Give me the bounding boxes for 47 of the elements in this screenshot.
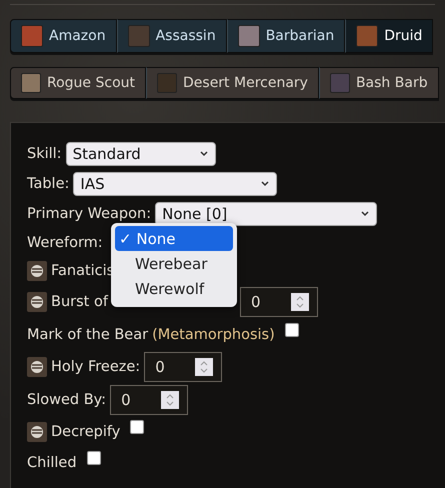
skill-icon bbox=[27, 292, 47, 312]
stepper-icon[interactable] bbox=[290, 293, 309, 311]
skill-label: Holy Freeze: bbox=[51, 359, 140, 375]
field-label: Primary Weapon: bbox=[27, 206, 152, 222]
checkbox-label: Mark of the Bear bbox=[27, 326, 148, 342]
field-label: Slowed By: bbox=[27, 392, 106, 408]
skill-icon bbox=[27, 422, 47, 442]
number-field[interactable]: 0 bbox=[144, 352, 222, 382]
field-label: Skill: bbox=[27, 146, 62, 162]
portrait-placeholder bbox=[128, 25, 150, 47]
stepper-icon[interactable] bbox=[195, 358, 214, 376]
checkbox[interactable] bbox=[86, 450, 101, 464]
checkbox-label: Decrepify bbox=[51, 424, 120, 440]
portrait-placeholder bbox=[21, 25, 43, 47]
class-tab[interactable]: Barbarian bbox=[226, 19, 346, 53]
portrait-placeholder bbox=[356, 25, 378, 47]
dropdown-option[interactable]: ✓ None bbox=[115, 226, 233, 251]
number-field[interactable]: 0 bbox=[110, 385, 188, 415]
chevron-down-icon bbox=[198, 150, 209, 158]
portrait-placeholder bbox=[21, 73, 41, 93]
mercenary-tab[interactable]: Bash Barb bbox=[318, 67, 439, 99]
portrait-placeholder bbox=[330, 73, 350, 93]
chevron-down-icon bbox=[360, 210, 370, 218]
select-field[interactable]: Standard bbox=[66, 142, 216, 166]
class-tab[interactable]: Amazon bbox=[10, 19, 117, 53]
mercenary-tab[interactable]: Rogue Scout bbox=[10, 67, 146, 99]
stepper-icon[interactable] bbox=[161, 391, 180, 409]
checkbox[interactable] bbox=[130, 420, 144, 434]
checkbox[interactable] bbox=[284, 322, 299, 336]
portrait-placeholder bbox=[238, 25, 260, 47]
skill-icon bbox=[27, 261, 47, 281]
dropdown-option[interactable]: Werebear bbox=[115, 251, 233, 276]
field-label: Table: bbox=[27, 176, 70, 192]
class-tab[interactable]: Assassin bbox=[116, 19, 227, 53]
field-label: Wereform: bbox=[27, 235, 103, 251]
checkbox-label: Chilled bbox=[27, 454, 77, 470]
class-tab[interactable]: Druid bbox=[345, 19, 434, 53]
skill-icon bbox=[27, 357, 47, 377]
select-field[interactable]: IAS bbox=[73, 172, 278, 196]
skill-label: Burst of bbox=[51, 294, 108, 310]
portrait-placeholder bbox=[157, 73, 177, 93]
select-field[interactable]: None [0] bbox=[155, 202, 378, 226]
chevron-down-icon bbox=[260, 180, 270, 188]
skill-note: (Metamorphosis) bbox=[152, 326, 275, 342]
mercenary-tab[interactable]: Desert Mercenary bbox=[146, 67, 319, 99]
dropdown-option[interactable]: Werewolf bbox=[115, 276, 233, 301]
number-field[interactable]: 0 bbox=[240, 287, 318, 317]
